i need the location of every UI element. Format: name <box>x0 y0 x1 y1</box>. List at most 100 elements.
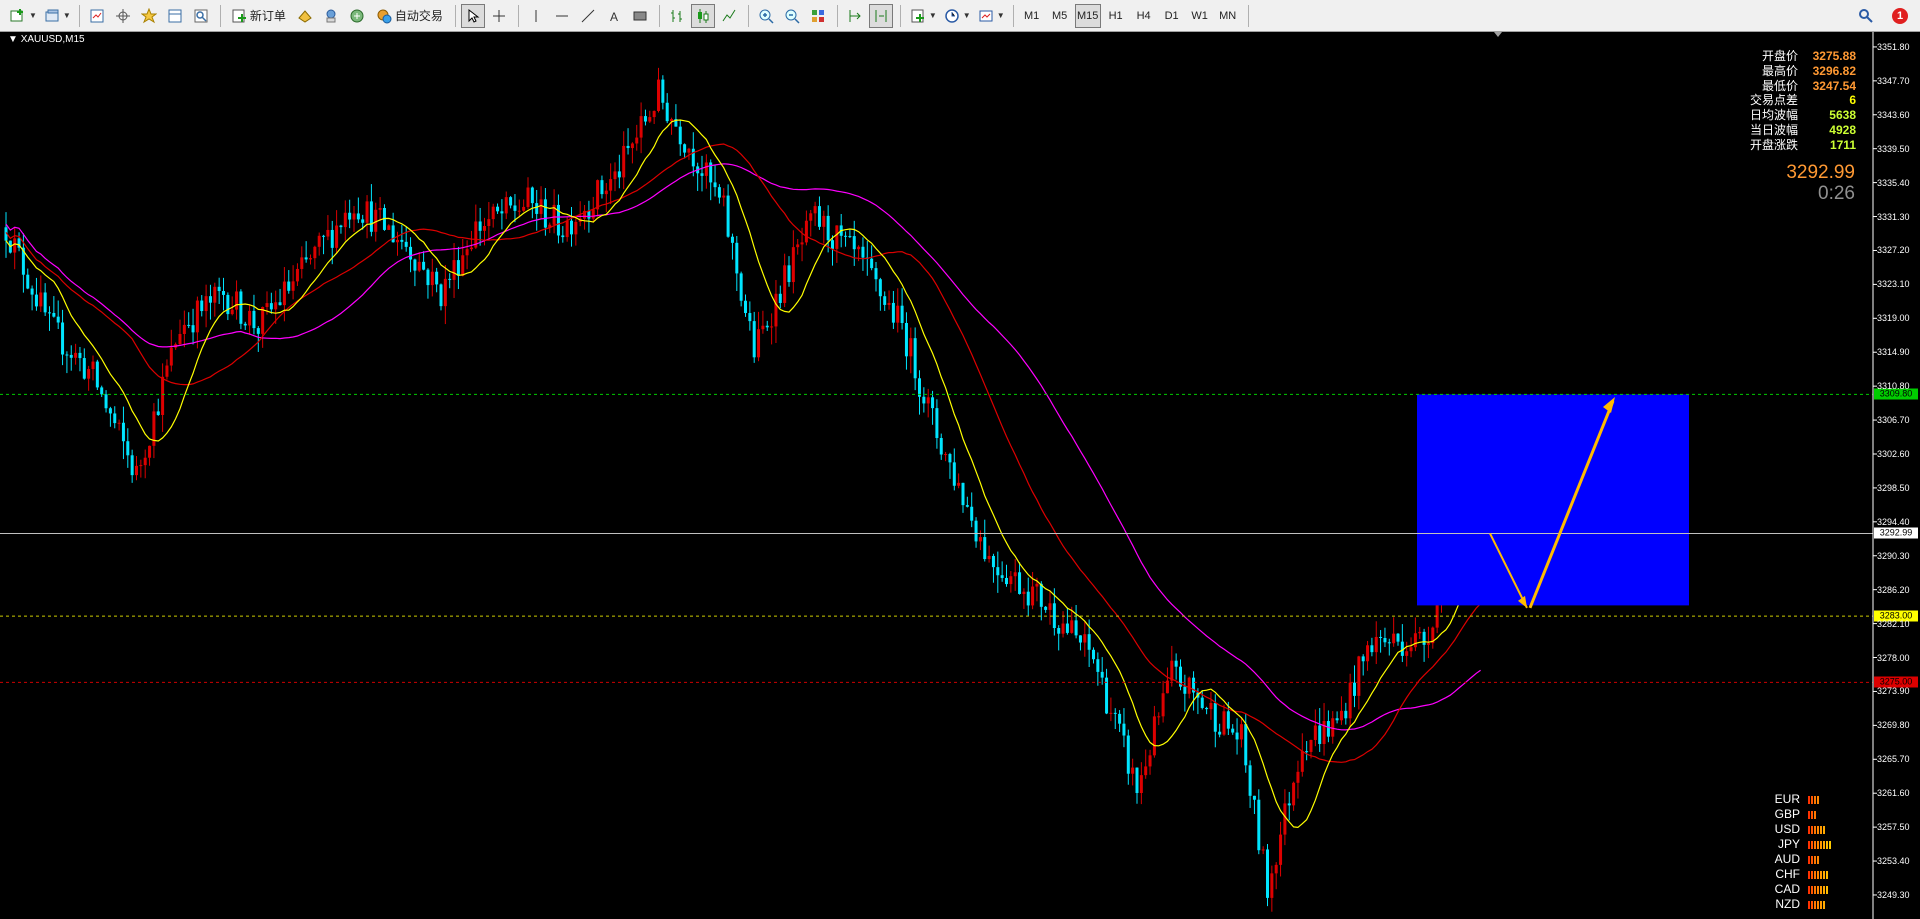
auto-trading-button[interactable]: 自动交易 <box>371 4 448 28</box>
price-chart[interactable]: ▼ XAUUSD,M15 开盘价 3275.88 最高价 3296.82 最低价 3247… <box>0 32 1920 919</box>
timeframe-h1-button[interactable]: H1 <box>1103 4 1129 28</box>
currency-name: CHF <box>1775 867 1800 881</box>
timeframe-w1-button[interactable]: W1 <box>1187 4 1213 28</box>
info-row: 最高价 3296.82 <box>1750 64 1856 79</box>
candle-body <box>635 137 639 144</box>
periods-clock-icon[interactable] <box>940 4 964 28</box>
candle-body <box>78 352 82 359</box>
search-icon[interactable] <box>1854 4 1878 28</box>
horizontal-line-icon[interactable] <box>550 4 574 28</box>
chart-shift-icon[interactable] <box>868 3 893 28</box>
candle-body <box>1252 795 1256 800</box>
timeframe-d1-button[interactable]: D1 <box>1159 4 1185 28</box>
strength-bars <box>1808 810 1816 819</box>
candle-body <box>430 271 434 286</box>
chevron-down-icon[interactable]: ▼ <box>29 11 37 20</box>
candle-body <box>252 310 256 329</box>
candle-body <box>974 520 978 542</box>
strength-bars <box>1808 900 1825 909</box>
candlestick-icon[interactable] <box>690 3 715 28</box>
bar-chart-icon[interactable] <box>665 4 689 28</box>
candle-body <box>787 265 791 283</box>
timeframe-m1-button[interactable]: M1 <box>1019 4 1045 28</box>
strength-bar <box>1826 870 1828 879</box>
chevron-down-icon[interactable]: ▼ <box>929 11 937 20</box>
toolbar-divider <box>658 4 660 27</box>
candle-body <box>65 354 69 356</box>
candle-body <box>530 187 534 204</box>
candle-body <box>935 408 939 439</box>
strength-bar <box>1814 900 1816 909</box>
strategy-tester-icon[interactable] <box>189 4 213 28</box>
candle-body <box>465 249 469 256</box>
timeframe-m5-button[interactable]: M5 <box>1047 4 1073 28</box>
candle-body <box>1287 803 1291 806</box>
timeframe-m15-button[interactable]: M15 <box>1074 3 1101 28</box>
indicators-icon[interactable] <box>906 4 930 28</box>
chevron-down-icon[interactable]: ▼ <box>63 11 71 20</box>
candle-body <box>182 324 186 334</box>
trendline-icon[interactable] <box>576 4 600 28</box>
notifications-button[interactable]: 1 <box>1888 4 1912 28</box>
candle-body <box>1326 721 1330 737</box>
candle-body <box>922 396 926 404</box>
zoom-out-icon[interactable] <box>780 4 804 28</box>
zoom-in-icon[interactable] <box>754 4 778 28</box>
candle-body <box>1126 735 1130 774</box>
timeframe-h4-button[interactable]: H4 <box>1131 4 1157 28</box>
strength-bar <box>1808 795 1810 804</box>
price-axis[interactable]: 3309.80 3292.99 3283.00 3275.00 3351.80 3347.… <box>1873 32 1920 919</box>
strength-bars <box>1808 840 1831 849</box>
market-watch-icon[interactable] <box>85 4 109 28</box>
chart-canvas[interactable] <box>0 32 1920 919</box>
terminal-icon[interactable] <box>163 4 187 28</box>
candle-body <box>1148 755 1152 767</box>
symbol-label: ▼ XAUUSD,M15 <box>8 34 85 45</box>
candle-body <box>461 255 465 276</box>
candle-body <box>1113 712 1117 714</box>
profiles-icon[interactable] <box>40 4 64 28</box>
candle-body <box>1139 775 1143 794</box>
timeframe-mn-button[interactable]: MN <box>1215 4 1241 28</box>
crosshair-icon[interactable] <box>487 4 511 28</box>
market-icon[interactable] <box>345 4 369 28</box>
price-axis-label: 3282.10 <box>1877 618 1910 629</box>
vertical-line-icon[interactable] <box>524 4 548 28</box>
data-window-icon[interactable] <box>111 4 135 28</box>
candle-body <box>52 312 56 317</box>
new-chart-icon[interactable] <box>6 4 30 28</box>
info-value: 4928 <box>1829 122 1856 137</box>
strength-bar <box>1811 795 1813 804</box>
candle-body <box>217 286 221 292</box>
candle-body <box>678 126 682 145</box>
price-axis-label: 3290.30 <box>1877 550 1910 561</box>
chevron-down-icon[interactable]: ▼ <box>997 11 1005 20</box>
candle-body <box>104 394 108 409</box>
templates-icon[interactable] <box>974 4 998 28</box>
info-row: 当日波幅 4928 <box>1750 123 1856 138</box>
candle-body <box>1152 716 1156 756</box>
toolbar-divider <box>747 4 749 27</box>
signals-icon[interactable] <box>319 4 343 28</box>
candle-body <box>852 236 856 250</box>
new-order-button[interactable]: 新订单 <box>226 4 291 28</box>
candle-body <box>570 220 573 235</box>
candle-body <box>757 329 761 358</box>
metaeditor-icon[interactable] <box>293 4 317 28</box>
label-tool-icon[interactable] <box>628 4 652 28</box>
candle-body <box>265 303 269 307</box>
chevron-down-icon[interactable]: ▼ <box>963 11 971 20</box>
candle-body <box>817 206 821 227</box>
candle-body <box>195 300 199 333</box>
candle-body <box>261 306 265 334</box>
autoscroll-icon[interactable] <box>843 4 867 28</box>
candle-body <box>526 187 530 207</box>
navigator-icon[interactable] <box>137 4 161 28</box>
candle-body <box>987 555 991 560</box>
line-chart-icon[interactable] <box>717 4 741 28</box>
text-tool-icon[interactable]: A <box>602 4 626 28</box>
candle-body <box>248 310 252 326</box>
cursor-icon[interactable] <box>460 3 485 28</box>
tile-windows-icon[interactable] <box>806 4 830 28</box>
candle-body <box>235 291 239 310</box>
